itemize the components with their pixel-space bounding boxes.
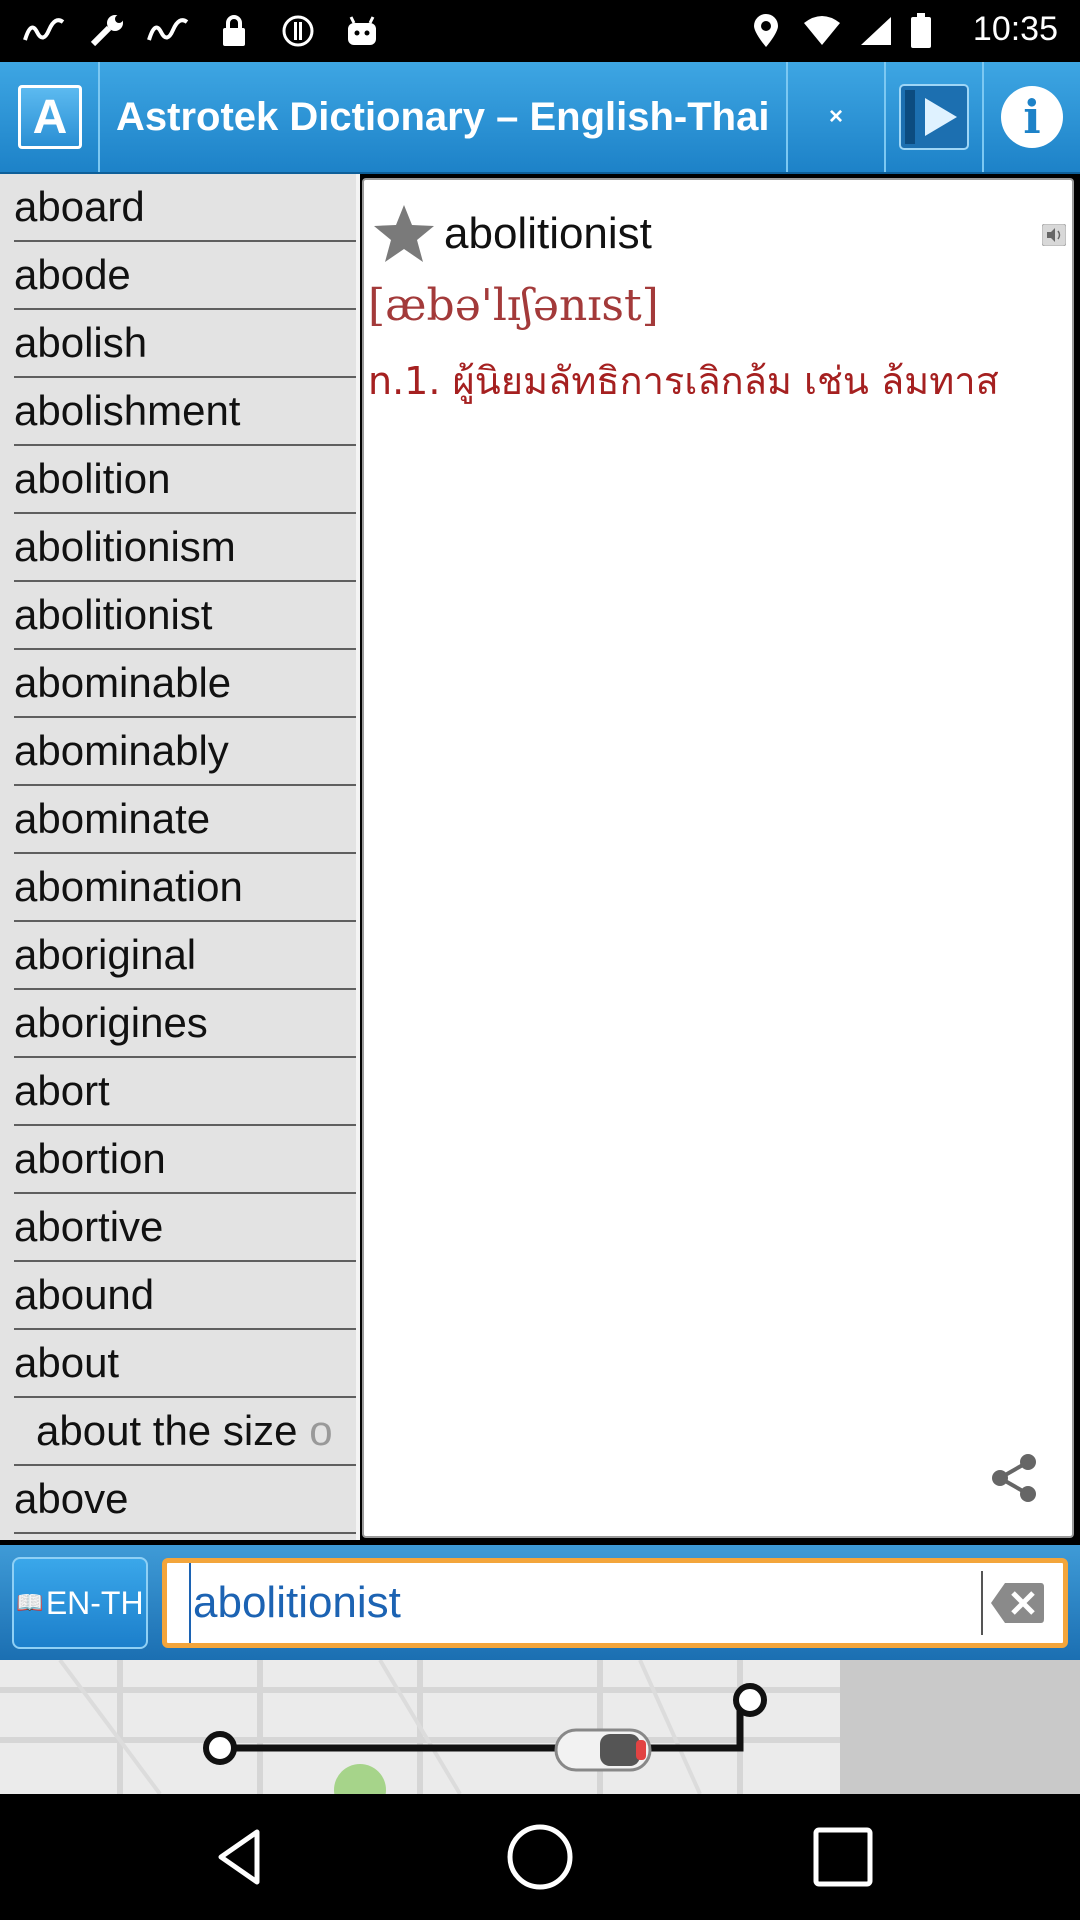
- word-list-item-label: abode: [14, 251, 131, 298]
- word-list-item-label: about: [14, 1339, 120, 1386]
- word-list-item-label: abortive: [14, 1203, 164, 1250]
- app-logo-icon: A: [18, 85, 82, 149]
- word-list-item[interactable]: abomination: [14, 854, 357, 922]
- word-list-item[interactable]: abolitionist: [14, 582, 357, 650]
- app-header: A Astrotek Dictionary – English-Thai × i: [0, 62, 1080, 174]
- word-list-item-label: aboriginal: [14, 931, 197, 978]
- word-list-item[interactable]: abound: [14, 1262, 357, 1330]
- clear-input-icon[interactable]: [989, 1581, 1045, 1625]
- signal-wave-icon: [22, 14, 68, 48]
- android-icon: [342, 14, 382, 48]
- battery-icon: [906, 13, 936, 48]
- word-list-item-label: abolition: [14, 455, 171, 502]
- word-list-item-label: aboard: [14, 183, 145, 230]
- word-list-item[interactable]: abolitionism: [14, 514, 357, 582]
- search-field[interactable]: [162, 1558, 1068, 1648]
- info-icon: i: [1001, 86, 1063, 148]
- meaning-text: n.1. ผู้นิยมลัทธิการเลิกล้ม เช่น ล้มทาส: [368, 359, 999, 403]
- language-label: EN-TH: [45, 1584, 144, 1621]
- word-list-item-label: abortion: [14, 1135, 166, 1182]
- close-icon: ×: [828, 103, 843, 130]
- favorite-star-icon[interactable]: [372, 203, 436, 265]
- word-list-item[interactable]: abominably: [14, 718, 357, 786]
- word-list-item[interactable]: about the size o: [14, 1398, 357, 1466]
- word-list-item[interactable]: abolition: [14, 446, 357, 514]
- alert-circle-icon: [278, 14, 318, 48]
- recents-icon[interactable]: [808, 1822, 878, 1892]
- clock: 10:35: [972, 10, 1058, 48]
- word-list-item[interactable]: aboard: [14, 174, 357, 242]
- word-list-item-label: above: [14, 1475, 129, 1522]
- word-list-item[interactable]: abolish: [14, 310, 357, 378]
- word-list-item-label: abominably: [14, 727, 229, 774]
- word-list-item[interactable]: aboriginal: [14, 922, 357, 990]
- word-list-item-label: abolishment: [14, 387, 241, 434]
- location-icon: [748, 14, 784, 48]
- word-list[interactable]: aboard abode abolish abolishment abolition ab…: [0, 174, 360, 1540]
- ad-map-image: [0, 1660, 840, 1794]
- ad-banner[interactable]: [0, 1660, 1080, 1794]
- word-list-item-label: abominable: [14, 659, 232, 706]
- close-button[interactable]: ×: [788, 62, 884, 172]
- word-list-item[interactable]: about: [14, 1330, 357, 1398]
- word-list-item[interactable]: above: [14, 1466, 357, 1534]
- word-list-item[interactable]: above all: [14, 1534, 357, 1540]
- lock-icon: [216, 14, 252, 48]
- back-icon[interactable]: [205, 1822, 275, 1892]
- word-list-item[interactable]: aborigines: [14, 990, 357, 1058]
- play-icon: [899, 84, 969, 150]
- word-list-item[interactable]: abode: [14, 242, 357, 310]
- word-list-item-label: abort: [14, 1067, 110, 1114]
- wifi-icon: [800, 14, 844, 48]
- navigation-bar: [0, 1794, 1080, 1920]
- word-list-item[interactable]: abortive: [14, 1194, 357, 1262]
- app-logo-button[interactable]: A: [18, 62, 82, 172]
- word-list-item-label: about the size: [36, 1407, 298, 1454]
- search-input[interactable]: [189, 1563, 973, 1643]
- wrench-icon: [84, 14, 130, 48]
- word-list-item[interactable]: abominable: [14, 650, 357, 718]
- status-bar: 10:35: [0, 0, 1080, 62]
- app-title: Astrotek Dictionary – English-Thai: [116, 95, 770, 139]
- home-icon[interactable]: [505, 1822, 575, 1892]
- word-list-item-label: abound: [14, 1271, 155, 1318]
- word-list-item[interactable]: abominate: [14, 786, 357, 854]
- signal-wave-icon-2: [146, 14, 192, 48]
- word-list-item[interactable]: abortion: [14, 1126, 357, 1194]
- definition-word: abolitionist: [444, 209, 652, 258]
- word-list-item-label: abominate: [14, 795, 211, 842]
- book-icon: 📖: [16, 1590, 44, 1615]
- word-list-item[interactable]: abolishment: [14, 378, 357, 446]
- phonetic-text: [æbə'lɪʃənɪst]: [368, 280, 659, 331]
- play-button[interactable]: [886, 62, 982, 172]
- definition-panel: abolitionist [æbə'lɪʃənɪst] n.1. ผู้นิยม…: [362, 178, 1074, 1538]
- language-toggle-button[interactable]: 📖 EN-TH: [12, 1557, 148, 1649]
- info-button[interactable]: i: [984, 62, 1080, 172]
- search-bar: 📖 EN-TH: [0, 1545, 1080, 1660]
- word-list-item-label: abolish: [14, 319, 148, 366]
- word-list-item[interactable]: abort: [14, 1058, 357, 1126]
- share-icon[interactable]: [986, 1450, 1042, 1506]
- speaker-icon[interactable]: [1042, 224, 1066, 246]
- word-list-item-label: aborigines: [14, 999, 208, 1046]
- word-list-item-label: abomination: [14, 863, 243, 910]
- word-list-item-trail: o: [309, 1407, 333, 1454]
- cell-signal-icon: [856, 14, 896, 48]
- word-list-item-label: abolitionist: [14, 591, 213, 638]
- word-list-item-label: abolitionism: [14, 523, 236, 570]
